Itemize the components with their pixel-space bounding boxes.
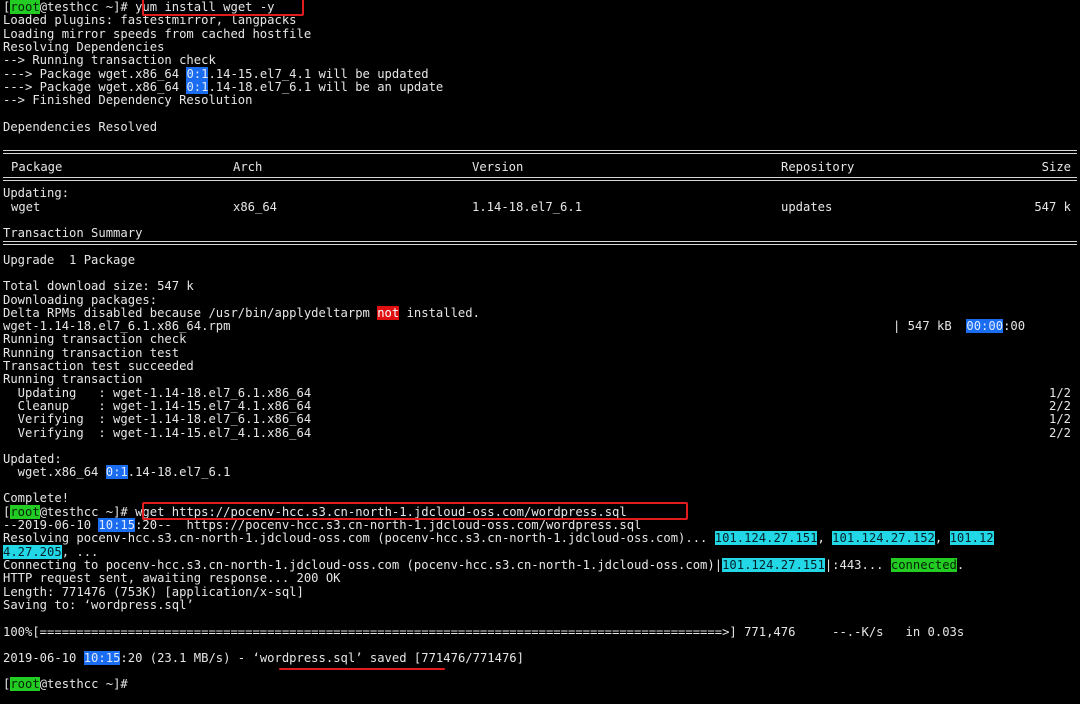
delta-line: Delta RPMs disabled because /usr/bin/app… bbox=[3, 305, 480, 320]
saved-annotation-underline bbox=[279, 668, 445, 670]
step-line: Updating : wget-1.14-18.el7_6.1.x86_64 bbox=[3, 385, 312, 400]
connecting-line: Connecting to pocenv-hcc.s3.cn-north-1.j… bbox=[3, 558, 965, 572]
ip-highlight: 101.124.27.151 bbox=[722, 558, 825, 572]
resolving-cont-line: 4.27.205, ... bbox=[3, 544, 99, 559]
wget-command-annotation-box bbox=[142, 502, 688, 520]
prompt-user: root bbox=[10, 504, 40, 519]
row-arch: x86_64 bbox=[233, 199, 278, 214]
complete-line: Complete! bbox=[3, 491, 70, 505]
upgrade-line: Upgrade 1 Package bbox=[3, 252, 136, 267]
output-line: Running transaction bbox=[3, 372, 143, 386]
highlight: 10:15 bbox=[83, 651, 121, 665]
updated-line: wget.x86_64 0:1.14-18.el7_6.1 bbox=[3, 465, 231, 479]
summary-separator bbox=[3, 241, 1077, 246]
saved-filename: ‘wordpress.sql’ saved bbox=[252, 651, 407, 665]
deps-resolved-line: Dependencies Resolved bbox=[3, 120, 158, 134]
prompt-line-final[interactable]: [root@testhcc ~]# bbox=[3, 677, 128, 691]
row-size: 547 k bbox=[1034, 199, 1071, 214]
prompt-host: @testhcc ~]# bbox=[39, 504, 136, 519]
http-line: HTTP request sent, awaiting response... … bbox=[3, 571, 341, 585]
prompt-user: root bbox=[10, 0, 40, 14]
step-count: 2/2 bbox=[1048, 399, 1071, 413]
highlight: 0:1 bbox=[105, 465, 128, 479]
saved-line: 2019-06-10 10:15:20 (23.1 MB/s) - ‘wordp… bbox=[3, 651, 524, 665]
ip-highlight: 101.124.27.151 bbox=[714, 531, 818, 545]
highlight: 0:1 bbox=[186, 66, 209, 81]
step-count: 1/2 bbox=[1048, 385, 1071, 400]
rpm-progress: | 547 kB 00:00:00 bbox=[893, 319, 1026, 333]
updating-label: Updating: bbox=[3, 186, 70, 200]
rpm-file: wget-1.14-18.el7_6.1.x86_64.rpm bbox=[3, 319, 231, 333]
highlight: 10:15 bbox=[98, 518, 136, 532]
package-line-update: ---> Package wget.x86_64 0:1.14-18.el7_6… bbox=[3, 80, 444, 94]
header-repository: Repository bbox=[781, 159, 855, 174]
status-highlight: connected bbox=[890, 558, 957, 572]
highlight: 0:1 bbox=[186, 80, 209, 94]
output-line: Resolving Dependencies bbox=[3, 40, 165, 54]
ip-highlight: 101.12 bbox=[949, 531, 994, 545]
updated-label: Updated: bbox=[3, 452, 62, 466]
output-line: --> Finished Dependency Resolution bbox=[3, 93, 253, 107]
wget-start-line: --2019-06-10 10:15:20-- https://pocenv-h… bbox=[3, 518, 642, 532]
transaction-summary: Transaction Summary bbox=[3, 226, 143, 240]
output-line: Loading mirror speeds from cached hostfi… bbox=[3, 26, 312, 41]
header-package: Package bbox=[11, 159, 63, 174]
install-command-annotation-box bbox=[142, 0, 304, 16]
output-line: Transaction test succeeded bbox=[3, 359, 194, 373]
output-line: Running transaction test bbox=[3, 345, 180, 360]
table-separator bbox=[3, 177, 1077, 182]
header-arch: Arch bbox=[233, 159, 263, 174]
prompt-user: root bbox=[10, 677, 40, 691]
header-version: Version bbox=[472, 159, 524, 174]
output-line: Running transaction check bbox=[3, 332, 187, 346]
highlight: not bbox=[377, 305, 400, 320]
saving-line: Saving to: ‘wordpress.sql’ bbox=[3, 597, 194, 612]
progress-bar-line: 100%[===================================… bbox=[3, 624, 965, 639]
step-line: Verifying : wget-1.14-18.el7_6.1.x86_64 bbox=[3, 412, 312, 426]
output-line: Downloading packages: bbox=[3, 292, 158, 307]
terminal-window[interactable]: [root@testhcc ~]# yum install wget -y Lo… bbox=[3, 0, 1077, 704]
step-count: 1/2 bbox=[1048, 412, 1071, 426]
row-repository: updates bbox=[781, 199, 833, 214]
output-line: --> Running transaction check bbox=[3, 53, 216, 67]
output-line: Total download size: 547 k bbox=[3, 279, 194, 293]
row-version: 1.14-18.el7_6.1 bbox=[472, 199, 583, 214]
ip-highlight: 101.124.27.152 bbox=[832, 531, 935, 545]
prompt-host: @testhcc ~]# bbox=[39, 0, 136, 14]
highlight: 00:00 bbox=[966, 319, 1004, 333]
row-package: wget bbox=[11, 199, 41, 214]
package-line-updated: ---> Package wget.x86_64 0:1.14-15.el7_4… bbox=[3, 66, 429, 81]
step-line: Verifying : wget-1.14-15.el7_4.1.x86_64 bbox=[3, 425, 312, 440]
step-line: Cleanup : wget-1.14-15.el7_4.1.x86_64 bbox=[3, 399, 312, 413]
prompt-host: @testhcc ~]# bbox=[39, 677, 128, 691]
resolving-line: Resolving pocenv-hcc.s3.cn-north-1.jdclo… bbox=[3, 531, 994, 545]
table-separator bbox=[3, 150, 1077, 155]
ip-highlight: 4.27.205 bbox=[3, 544, 62, 559]
header-size: Size bbox=[1041, 159, 1071, 174]
step-count: 2/2 bbox=[1048, 425, 1071, 440]
length-line: Length: 771476 (753K) [application/x-sql… bbox=[3, 584, 304, 599]
